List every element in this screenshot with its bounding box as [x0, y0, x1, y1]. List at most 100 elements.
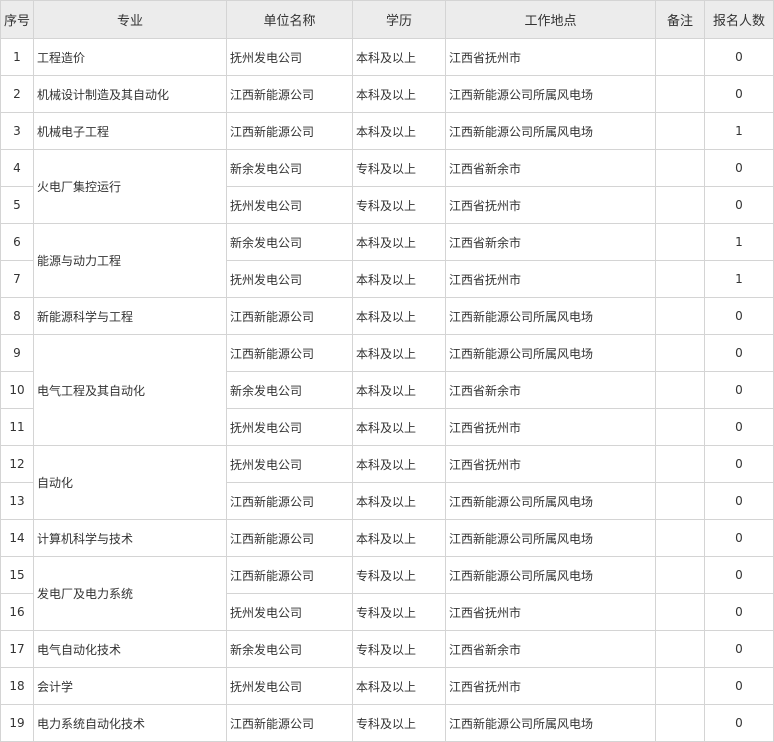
cell-location: 江西省抚州市 — [445, 260, 656, 298]
cell-location: 江西省抚州市 — [445, 38, 656, 76]
cell-note — [655, 667, 705, 705]
cell-unit: 抚州发电公司 — [226, 38, 353, 76]
cell-note — [655, 556, 705, 594]
cell-location: 江西省新余市 — [445, 371, 656, 409]
table-row: 3 机械电子工程 江西新能源公司 本科及以上 江西新能源公司所属风电场 1 — [0, 112, 774, 150]
cell-index: 1 — [0, 38, 34, 76]
cell-unit: 江西新能源公司 — [226, 112, 353, 150]
table-row: 8 新能源科学与工程 江西新能源公司 本科及以上 江西新能源公司所属风电场 0 — [0, 297, 774, 335]
cell-major: 计算机科学与技术 — [33, 519, 227, 557]
cell-unit: 新余发电公司 — [226, 371, 353, 409]
table-row: 4 火电厂集控运行 新余发电公司 专科及以上 江西省新余市 0 — [0, 149, 774, 224]
cell-education: 本科及以上 — [352, 260, 446, 298]
table-row: 18 会计学 抚州发电公司 本科及以上 江西省抚州市 0 — [0, 667, 774, 705]
cell-count: 0 — [704, 186, 774, 224]
cell-unit: 江西新能源公司 — [226, 297, 353, 335]
cell-count: 0 — [704, 75, 774, 113]
cell-count: 0 — [704, 556, 774, 594]
cell-index: 9 — [0, 334, 34, 372]
cell-education: 本科及以上 — [352, 482, 446, 520]
cell-unit: 抚州发电公司 — [226, 186, 353, 224]
cell-note — [655, 334, 705, 372]
cell-index: 11 — [0, 408, 34, 446]
cell-education: 本科及以上 — [352, 223, 446, 261]
cell-count: 1 — [704, 112, 774, 150]
cell-education: 本科及以上 — [352, 371, 446, 409]
cell-index: 6 — [0, 223, 34, 261]
cell-location: 江西省新余市 — [445, 223, 656, 261]
header-index: 序号 — [0, 0, 34, 39]
cell-index: 15 — [0, 556, 34, 594]
cell-location: 江西新能源公司所属风电场 — [445, 519, 656, 557]
cell-education: 专科及以上 — [352, 630, 446, 668]
cell-index: 14 — [0, 519, 34, 557]
cell-location: 江西新能源公司所属风电场 — [445, 297, 656, 335]
cell-education: 本科及以上 — [352, 297, 446, 335]
cell-location: 江西省抚州市 — [445, 667, 656, 705]
cell-index: 8 — [0, 297, 34, 335]
cell-count: 0 — [704, 519, 774, 557]
cell-index: 17 — [0, 630, 34, 668]
cell-unit: 江西新能源公司 — [226, 75, 353, 113]
cell-major: 新能源科学与工程 — [33, 297, 227, 335]
cell-note — [655, 75, 705, 113]
table-row: 6 能源与动力工程 新余发电公司 本科及以上 江西省新余市 1 — [0, 223, 774, 298]
cell-note — [655, 704, 705, 742]
header-major: 专业 — [33, 0, 227, 39]
cell-education: 本科及以上 — [352, 519, 446, 557]
cell-index: 4 — [0, 149, 34, 187]
cell-major: 电气工程及其自动化 — [33, 334, 227, 446]
cell-index: 16 — [0, 593, 34, 631]
cell-location: 江西省抚州市 — [445, 593, 656, 631]
cell-major: 工程造价 — [33, 38, 227, 76]
cell-note — [655, 186, 705, 224]
cell-unit: 抚州发电公司 — [226, 260, 353, 298]
cell-major: 会计学 — [33, 667, 227, 705]
cell-location: 江西省抚州市 — [445, 445, 656, 483]
cell-note — [655, 482, 705, 520]
table-row: 14 计算机科学与技术 江西新能源公司 本科及以上 江西新能源公司所属风电场 0 — [0, 519, 774, 557]
cell-index: 5 — [0, 186, 34, 224]
cell-count: 0 — [704, 593, 774, 631]
cell-count: 0 — [704, 38, 774, 76]
cell-location: 江西新能源公司所属风电场 — [445, 75, 656, 113]
cell-unit: 江西新能源公司 — [226, 519, 353, 557]
cell-count: 0 — [704, 149, 774, 187]
cell-note — [655, 593, 705, 631]
cell-count: 1 — [704, 260, 774, 298]
cell-note — [655, 297, 705, 335]
cell-location: 江西新能源公司所属风电场 — [445, 704, 656, 742]
cell-major: 自动化 — [33, 445, 227, 520]
cell-unit: 新余发电公司 — [226, 149, 353, 187]
cell-count: 0 — [704, 334, 774, 372]
cell-education: 本科及以上 — [352, 408, 446, 446]
cell-index: 18 — [0, 667, 34, 705]
cell-note — [655, 112, 705, 150]
header-unit: 单位名称 — [226, 0, 353, 39]
cell-note — [655, 630, 705, 668]
cell-index: 13 — [0, 482, 34, 520]
table-row: 19 电力系统自动化技术 江西新能源公司 专科及以上 江西新能源公司所属风电场 … — [0, 704, 774, 742]
cell-index: 10 — [0, 371, 34, 409]
cell-count: 0 — [704, 704, 774, 742]
cell-major: 电力系统自动化技术 — [33, 704, 227, 742]
cell-education: 本科及以上 — [352, 334, 446, 372]
cell-major: 发电厂及电力系统 — [33, 556, 227, 631]
cell-unit: 抚州发电公司 — [226, 445, 353, 483]
cell-count: 0 — [704, 297, 774, 335]
table-row: 9 电气工程及其自动化 江西新能源公司 本科及以上 江西新能源公司所属风电场 0 — [0, 334, 774, 446]
cell-major: 火电厂集控运行 — [33, 149, 227, 224]
cell-count: 1 — [704, 223, 774, 261]
cell-unit: 新余发电公司 — [226, 223, 353, 261]
header-count: 报名人数 — [704, 0, 774, 39]
cell-education: 本科及以上 — [352, 112, 446, 150]
cell-note — [655, 408, 705, 446]
cell-unit: 抚州发电公司 — [226, 408, 353, 446]
cell-count: 0 — [704, 371, 774, 409]
table-body: 1 工程造价 抚州发电公司 本科及以上 江西省抚州市 0 2 机械设计制造及其自… — [0, 38, 774, 742]
table-row: 1 工程造价 抚州发电公司 本科及以上 江西省抚州市 0 — [0, 38, 774, 76]
cell-index: 3 — [0, 112, 34, 150]
cell-note — [655, 223, 705, 261]
cell-count: 0 — [704, 445, 774, 483]
cell-major: 能源与动力工程 — [33, 223, 227, 298]
